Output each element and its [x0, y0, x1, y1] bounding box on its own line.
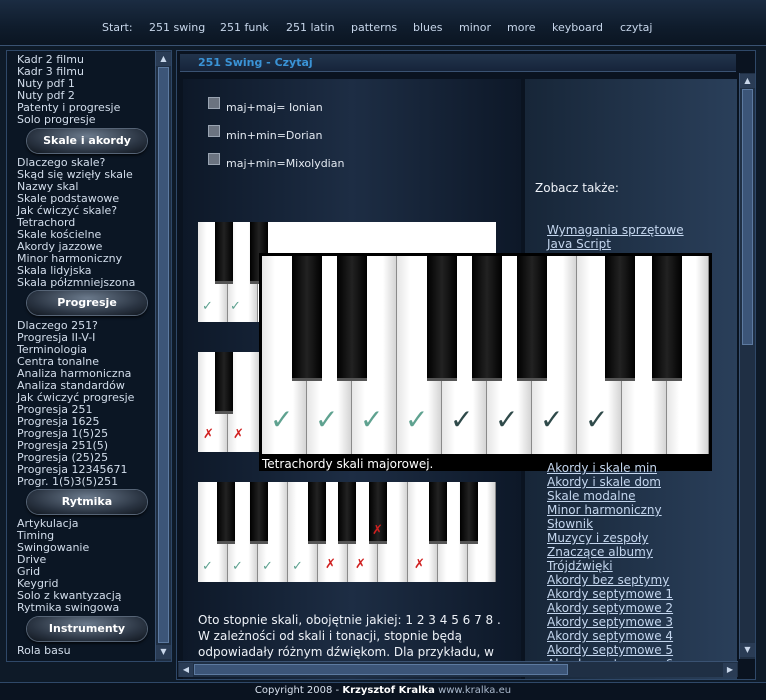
scroll-down-icon[interactable]: ▼: [156, 645, 171, 659]
popup-keyboard: ✓ ✓ ✓ ✓ ✓ ✓ ✓ ✓: [262, 256, 709, 454]
option-label: min+min=Dorian: [226, 129, 323, 142]
nav-start-label: Start:: [102, 21, 133, 34]
nav-link-keyboard[interactable]: keyboard: [552, 21, 603, 34]
sidebar: Kadr 2 filmu Kadr 3 filmu Nuty pdf 1 Nut…: [6, 50, 172, 662]
sidebar-heading-instrumenty: Instrumenty: [27, 617, 147, 641]
check-icon: ✓: [232, 559, 243, 574]
nav-link-more[interactable]: more: [507, 21, 536, 34]
sidebar-item[interactable]: Solo progresje: [17, 114, 96, 126]
nav-link-blues[interactable]: blues: [413, 21, 443, 34]
nav-link-251-funk[interactable]: 251 funk: [220, 21, 269, 34]
keyboard-diagram: ✗ ✗: [198, 352, 260, 452]
see-also-link[interactable]: Skale modalne: [547, 489, 636, 503]
horizontal-scroll-thumb[interactable]: [194, 664, 568, 675]
see-also-link[interactable]: Muzycy i zespoły: [547, 531, 648, 545]
see-also-link[interactable]: Akordy septymowe 4: [547, 629, 673, 643]
popup-caption: Tetrachordy skali majorowej.: [262, 457, 434, 471]
footer: Copyright 2008 - Krzysztof Kralka www.kr…: [0, 682, 766, 700]
cross-icon: ✗: [414, 557, 425, 572]
cross-icon: ✗: [355, 557, 366, 572]
sidebar-item[interactable]: Progr. 1(5)3(5)251: [17, 476, 118, 488]
see-also-heading: Zobacz także:: [535, 181, 619, 195]
see-also-link[interactable]: Słownik: [547, 517, 593, 531]
check-icon: ✓: [262, 559, 273, 574]
see-also-link[interactable]: Java Script: [547, 237, 611, 251]
scroll-up-icon[interactable]: ▲: [156, 52, 171, 66]
sidebar-item[interactable]: Rola basu: [17, 645, 71, 657]
check-icon: ✓: [450, 403, 474, 436]
cross-icon: ✗: [233, 427, 244, 442]
top-navigation: Start: 251 swing 251 funk 251 latin patt…: [0, 0, 766, 46]
scroll-down-icon[interactable]: ▼: [740, 643, 755, 657]
see-also-link[interactable]: Akordy septymowe 5: [547, 643, 673, 657]
content-horizontal-scrollbar[interactable]: ◀ ▶: [178, 661, 738, 677]
check-icon: ✓: [405, 403, 429, 436]
option-checkbox[interactable]: [208, 97, 220, 109]
sidebar-heading-skale: Skale i akordy: [27, 129, 147, 153]
sidebar-heading-progresje: Progresje: [27, 291, 147, 315]
check-icon: ✓: [202, 299, 213, 314]
scroll-left-icon[interactable]: ◀: [179, 663, 193, 677]
see-also-link[interactable]: Wymagania sprzętowe: [547, 223, 684, 237]
footer-copyright: Copyright 2008 -: [254, 685, 343, 696]
see-also-link[interactable]: Akordy i skale min: [547, 461, 657, 475]
check-icon: ✓: [292, 559, 303, 574]
see-also-link[interactable]: Akordy septymowe 2: [547, 601, 673, 615]
see-also-link[interactable]: Akordy septymowe 3: [547, 615, 673, 629]
nav-link-minor[interactable]: minor: [459, 21, 491, 34]
check-icon: ✓: [202, 559, 213, 574]
check-icon: ✓: [270, 403, 294, 436]
option-checkbox[interactable]: [208, 125, 220, 137]
sidebar-item[interactable]: Rytmika swingowa: [17, 602, 119, 614]
footer-url[interactable]: www.kralka.eu: [438, 685, 511, 696]
sidebar-item[interactable]: Skala półzmniejszona: [17, 277, 135, 289]
option-checkbox[interactable]: [208, 153, 220, 165]
check-icon: ✓: [315, 403, 339, 436]
check-icon: ✓: [495, 403, 519, 436]
check-icon: ✓: [360, 403, 384, 436]
check-icon: ✓: [540, 403, 564, 436]
sidebar-scrollbar[interactable]: ▲ ▼: [155, 51, 171, 661]
footer-author: Krzysztof Kralka: [342, 685, 435, 696]
content-scroll-thumb[interactable]: [742, 89, 753, 345]
see-also-link[interactable]: Minor harmoniczny: [547, 503, 662, 517]
see-also-link[interactable]: Trójdźwięki: [547, 559, 613, 573]
nav-link-251-swing[interactable]: 251 swing: [149, 21, 205, 34]
content-title: 251 Swing - Czytaj: [180, 54, 736, 72]
cross-icon: ✗: [372, 523, 383, 538]
scroll-up-icon[interactable]: ▲: [740, 74, 755, 88]
option-label: maj+min=Mixolydian: [226, 157, 345, 170]
cross-icon: ✗: [325, 557, 336, 572]
nav-link-patterns[interactable]: patterns: [351, 21, 397, 34]
see-also-link[interactable]: Akordy i skale dom: [547, 475, 661, 489]
tetrachord-popup: ✓ ✓ ✓ ✓ ✓ ✓ ✓ ✓ Tetrachordy skali majoro…: [259, 253, 712, 471]
nav-link-251-latin[interactable]: 251 latin: [286, 21, 335, 34]
scroll-right-icon[interactable]: ▶: [723, 663, 737, 677]
see-also-link[interactable]: Znaczące albumy: [547, 545, 653, 559]
sidebar-scroll-thumb[interactable]: [158, 67, 169, 643]
see-also-link[interactable]: Akordy bez septymy: [547, 573, 669, 587]
cross-icon: ✗: [203, 427, 214, 442]
option-label: maj+maj= Ionian: [226, 101, 323, 114]
check-icon: ✓: [585, 403, 609, 436]
sidebar-heading-rytmika: Rytmika: [27, 490, 147, 514]
keyboard-diagram: ✓ ✓ ✓ ✓ ✗ ✗ ✗ ✗: [198, 482, 496, 582]
nav-link-czytaj[interactable]: czytaj: [620, 21, 652, 34]
content-scrollbar[interactable]: ▲ ▼: [739, 73, 755, 659]
see-also-link[interactable]: Akordy septymowe 1: [547, 587, 673, 601]
check-icon: ✓: [230, 299, 241, 314]
